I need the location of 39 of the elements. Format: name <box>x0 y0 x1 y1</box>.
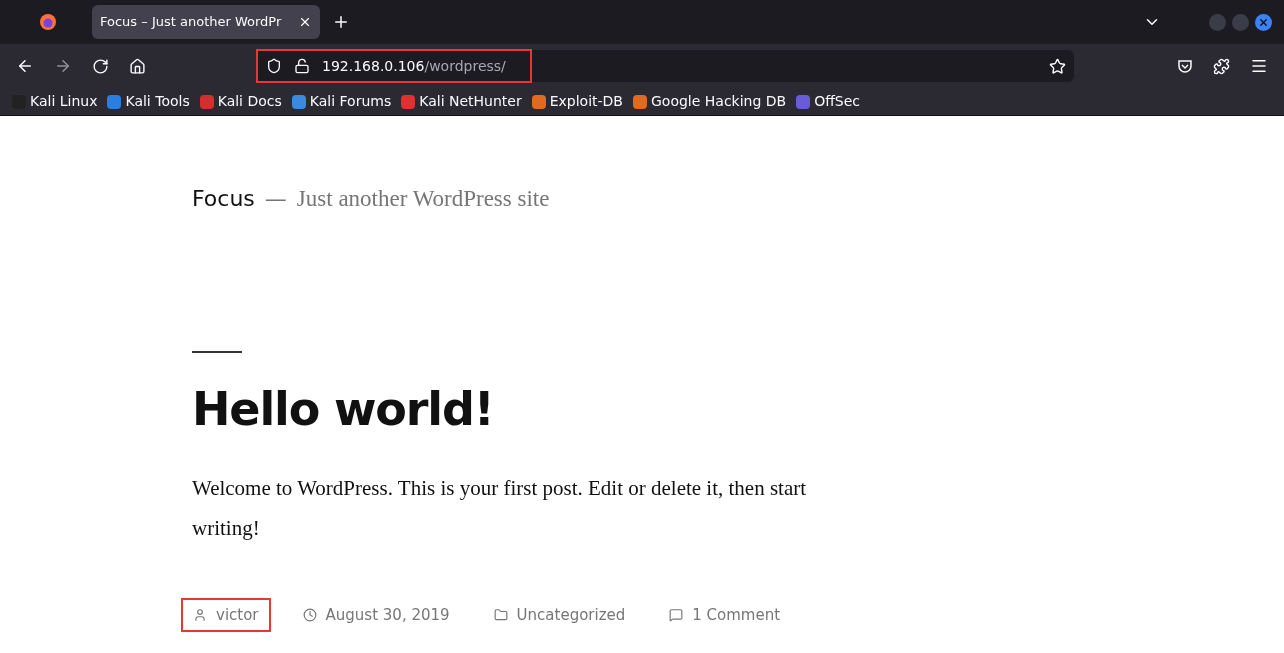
pocket-icon[interactable] <box>1177 58 1193 74</box>
star-icon[interactable] <box>1049 57 1066 75</box>
menu-icon[interactable] <box>1250 57 1268 75</box>
date-link[interactable]: August 30, 2019 <box>290 597 462 632</box>
insecure-lock-icon[interactable] <box>294 58 310 74</box>
bookmark-link[interactable]: OffSec <box>814 91 861 112</box>
shield-icon[interactable] <box>266 58 282 74</box>
author-link[interactable]: victor <box>181 597 271 632</box>
bookmark-link[interactable]: Kali NetHunter <box>419 91 522 112</box>
clock-icon <box>302 607 317 622</box>
close-icon[interactable] <box>298 15 312 29</box>
site-title[interactable]: Focus <box>192 182 255 215</box>
bookmark-link[interactable]: Kali Docs <box>217 91 282 112</box>
bookmark-link[interactable]: Kali Linux <box>30 91 98 112</box>
speech-bubble-icon <box>669 607 684 622</box>
back-icon[interactable] <box>16 57 34 75</box>
browser-logo-icon[interactable] <box>39 13 57 31</box>
bookmark-link[interactable]: Kali Tools <box>125 91 190 112</box>
site-tagline: Just another WordPress site <box>296 185 550 213</box>
category-link[interactable]: Uncategorized <box>481 597 638 632</box>
browser-tab[interactable]: Focus – Just another WordPr <box>92 5 320 39</box>
bookmark-link[interactable]: Kali Forums <box>309 91 392 112</box>
puzzle-icon[interactable] <box>1213 57 1230 75</box>
title-separator: — <box>264 185 287 213</box>
post-title: Hello world! <box>192 380 495 438</box>
person-icon <box>193 607 207 622</box>
tab-title: Focus – Just another WordPr <box>100 13 283 32</box>
reload-icon[interactable] <box>92 57 109 75</box>
home-icon[interactable] <box>129 57 146 75</box>
bookmark-link[interactable]: Exploit-DB <box>549 91 623 112</box>
close-icon[interactable] <box>1255 13 1272 31</box>
new-tab-icon[interactable] <box>332 13 350 31</box>
comments-link[interactable]: 1 Comment <box>657 597 793 632</box>
folder-icon <box>493 607 508 622</box>
post-body: Welcome to WordPress. This is your first post. Edit or delete it, then start writing! <box>192 474 808 542</box>
bookmark-link[interactable]: Google Hacking DB <box>651 91 787 112</box>
url-text: 192.168.0.106/wordpress/ <box>322 56 506 76</box>
address-bar[interactable]: 192.168.0.106/wordpress/ <box>256 50 1074 82</box>
forward-icon[interactable] <box>54 57 72 75</box>
